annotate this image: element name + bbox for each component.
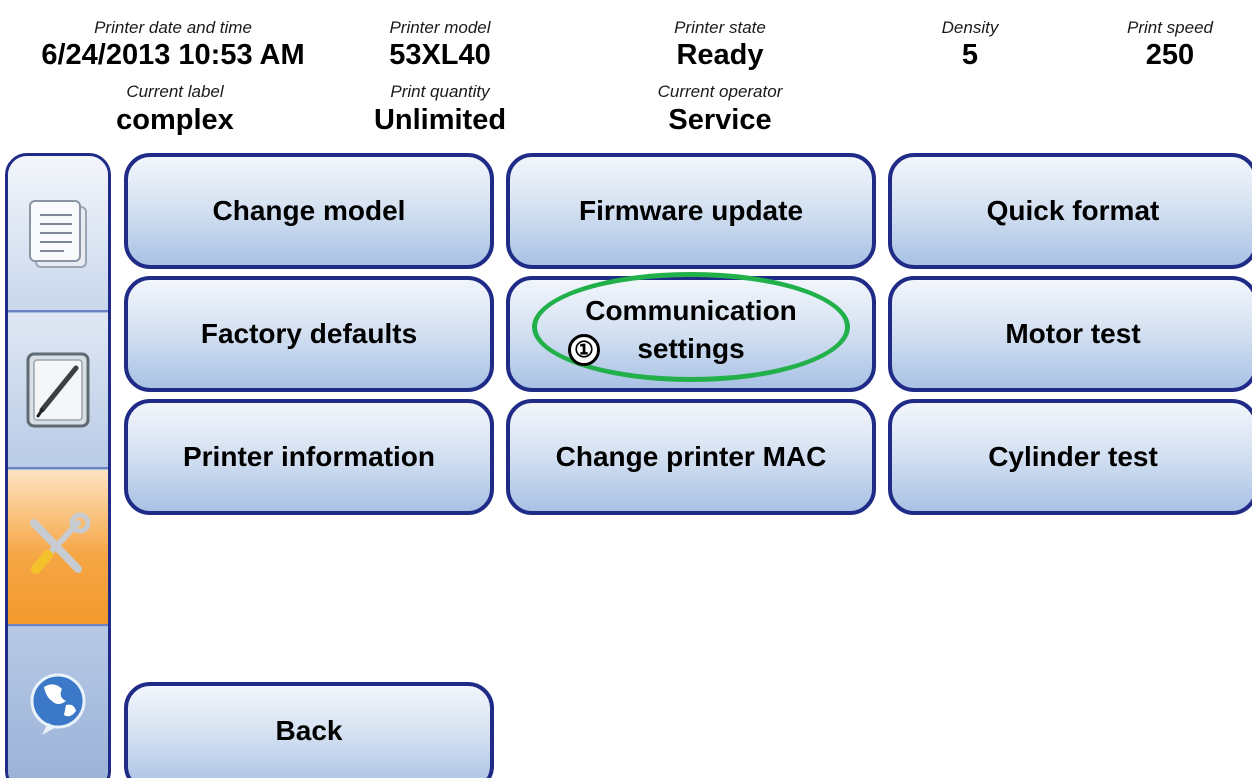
change-model-button[interactable]: Change model <box>124 153 494 269</box>
sidebar-item-documents[interactable] <box>8 156 108 312</box>
model-caption: Printer model <box>389 18 491 37</box>
status-print-quantity: Print quantity Unlimited <box>355 83 525 139</box>
quick-format-label: Quick format <box>986 195 1160 226</box>
sidebar <box>5 153 111 778</box>
document-list-icon <box>29 200 87 268</box>
status-printer-model: Printer model 53XL40 <box>360 18 520 72</box>
change-printer-mac-label: Change printer MAC <box>555 441 827 472</box>
sidebar-item-language[interactable] <box>8 627 108 778</box>
communication-settings-label: Communication settings <box>566 292 816 368</box>
communication-settings-line2: settings <box>637 333 745 364</box>
status-current-operator: Current operator Service <box>620 83 820 139</box>
operator-value: Service <box>668 104 772 136</box>
change-printer-mac-button[interactable]: Change printer MAC <box>506 399 876 515</box>
state-caption: Printer state <box>674 18 766 37</box>
operator-caption: Current operator <box>657 82 783 101</box>
communication-settings-button[interactable]: Communication settings <box>506 276 876 392</box>
speed-caption: Print speed <box>1127 18 1213 37</box>
cylinder-test-label: Cylinder test <box>988 441 1158 472</box>
density-caption: Density <box>941 18 999 37</box>
motor-test-button[interactable]: Motor test <box>888 276 1252 392</box>
factory-defaults-label: Factory defaults <box>200 318 418 349</box>
density-value: 5 <box>961 39 979 71</box>
printer-information-button[interactable]: Printer information <box>124 399 494 515</box>
tools-icon <box>30 512 91 574</box>
back-label: Back <box>275 715 343 746</box>
label-caption: Current label <box>126 82 224 101</box>
status-density: Density 5 <box>910 18 1030 72</box>
quantity-caption: Print quantity <box>390 82 490 101</box>
sidebar-item-edit[interactable] <box>8 313 108 469</box>
state-value: Ready <box>676 39 764 71</box>
cylinder-test-button[interactable]: Cylinder test <box>888 399 1252 515</box>
quantity-value: Unlimited <box>373 104 507 136</box>
back-button[interactable]: Back <box>124 682 494 778</box>
firmware-update-label: Firmware update <box>578 195 804 226</box>
status-current-label: Current label complex <box>90 83 260 139</box>
globe-icon <box>30 673 86 735</box>
motor-test-label: Motor test <box>1005 318 1141 349</box>
printer-service-screen: Printer date and time 6/24/2013 10:53 AM… <box>0 0 1252 778</box>
date-time-value: 6/24/2013 10:53 AM <box>41 39 305 71</box>
model-value: 53XL40 <box>389 39 491 71</box>
pen-edit-icon <box>26 352 90 428</box>
communication-settings-line1: Communication <box>585 295 797 326</box>
sidebar-item-service[interactable] <box>8 470 108 626</box>
printer-information-label: Printer information <box>182 441 435 472</box>
date-time-caption: Printer date and time <box>94 18 252 37</box>
change-model-label: Change model <box>212 195 406 226</box>
status-print-speed: Print speed 250 <box>1110 18 1230 72</box>
status-date-time: Printer date and time 6/24/2013 10:53 AM <box>8 18 338 72</box>
factory-defaults-button[interactable]: Factory defaults <box>124 276 494 392</box>
quick-format-button[interactable]: Quick format <box>888 153 1252 269</box>
step-marker-badge: ① <box>568 334 600 366</box>
speed-value: 250 <box>1145 39 1195 71</box>
firmware-update-button[interactable]: Firmware update <box>506 153 876 269</box>
status-printer-state: Printer state Ready <box>630 18 810 72</box>
label-value: complex <box>116 104 234 136</box>
